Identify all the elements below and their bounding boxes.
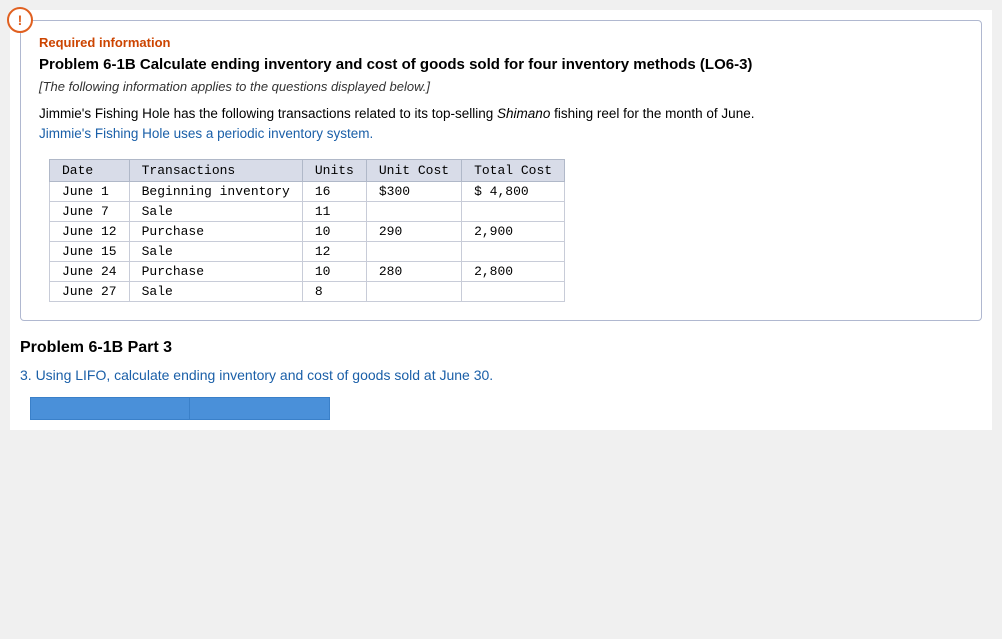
- table-cell: June 27: [50, 281, 130, 301]
- part3-question: 3. Using LIFO, calculate ending inventor…: [20, 367, 982, 383]
- desc-part1: Jimmie's Fishing Hole has the following …: [39, 106, 497, 121]
- table-cell: 11: [302, 201, 366, 221]
- table-cell: [462, 241, 565, 261]
- table-cell: Sale: [129, 241, 302, 261]
- col-header-unit-cost: Unit Cost: [366, 159, 461, 181]
- table-cell: Sale: [129, 201, 302, 221]
- table-cell: Sale: [129, 281, 302, 301]
- table-cell: $300: [366, 181, 461, 201]
- table-cell: 10: [302, 221, 366, 241]
- part3-section: Problem 6-1B Part 3 3. Using LIFO, calcu…: [20, 339, 982, 420]
- transactions-table: Date Transactions Units Unit Cost Total …: [49, 159, 565, 302]
- col-header-transactions: Transactions: [129, 159, 302, 181]
- table-cell: [366, 241, 461, 261]
- info-box: ! Required information Problem 6-1B Calc…: [20, 20, 982, 321]
- col-header-total-cost: Total Cost: [462, 159, 565, 181]
- table-cell: 290: [366, 221, 461, 241]
- table-cell: June 12: [50, 221, 130, 241]
- part3-title: Problem 6-1B Part 3: [20, 339, 982, 357]
- description: Jimmie's Fishing Hole has the following …: [39, 104, 963, 145]
- table-cell: 2,800: [462, 261, 565, 281]
- answer-header-value: [190, 397, 330, 419]
- table-cell: 16: [302, 181, 366, 201]
- table-cell: [366, 281, 461, 301]
- table-cell: 12: [302, 241, 366, 261]
- page-container: ! Required information Problem 6-1B Calc…: [10, 10, 992, 430]
- required-info-label: Required information: [39, 35, 963, 50]
- table-cell: June 7: [50, 201, 130, 221]
- desc-part2: fishing reel for the month of June.: [550, 106, 754, 121]
- table-cell: 10: [302, 261, 366, 281]
- table-cell: 8: [302, 281, 366, 301]
- table-cell: June 24: [50, 261, 130, 281]
- table-cell: 280: [366, 261, 461, 281]
- table-cell: [462, 201, 565, 221]
- col-header-date: Date: [50, 159, 130, 181]
- desc-line2: Jimmie's Fishing Hole uses a periodic in…: [39, 126, 373, 141]
- subtitle: [The following information applies to th…: [39, 79, 963, 94]
- table-cell: Beginning inventory: [129, 181, 302, 201]
- table-cell: [462, 281, 565, 301]
- table-cell: June 1: [50, 181, 130, 201]
- table-cell: Purchase: [129, 221, 302, 241]
- table-cell: [366, 201, 461, 221]
- answer-table: [30, 397, 330, 420]
- table-cell: $ 4,800: [462, 181, 565, 201]
- table-cell: Purchase: [129, 261, 302, 281]
- answer-header-empty: [31, 397, 190, 419]
- table-cell: 2,900: [462, 221, 565, 241]
- alert-icon: !: [7, 7, 33, 33]
- brand-name: Shimano: [497, 106, 550, 121]
- table-cell: June 15: [50, 241, 130, 261]
- col-header-units: Units: [302, 159, 366, 181]
- problem-title: Problem 6-1B Calculate ending inventory …: [39, 56, 963, 73]
